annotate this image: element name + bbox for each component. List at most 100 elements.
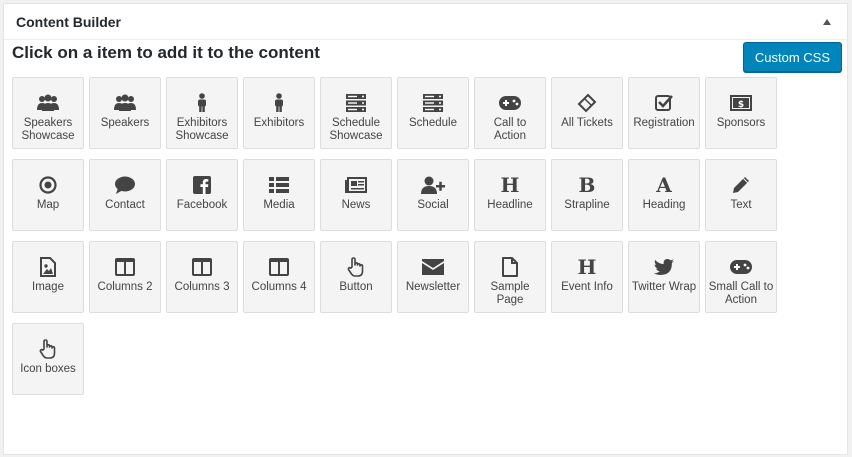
builder-item-map[interactable]: Map bbox=[12, 159, 84, 231]
builder-item-columns-2[interactable]: Columns 2 bbox=[89, 241, 161, 313]
builder-item-twitter-wrap[interactable]: Twitter Wrap bbox=[628, 241, 700, 313]
builder-item-label: Headline bbox=[487, 199, 533, 211]
person-icon bbox=[196, 92, 208, 114]
builder-item-label: Facebook bbox=[176, 199, 228, 211]
file-icon bbox=[502, 256, 518, 278]
builder-item-media[interactable]: Media bbox=[243, 159, 315, 231]
group-icon bbox=[37, 92, 59, 114]
builder-item-exhibitors-showcase[interactable]: Exhibitors Showcase bbox=[166, 77, 238, 149]
svg-text:B: B bbox=[579, 175, 596, 195]
panel-header: Content Builder bbox=[4, 4, 847, 40]
panel-title: Content Builder bbox=[16, 13, 121, 30]
builder-item-label: Image bbox=[32, 281, 64, 293]
builder-item-contact[interactable]: Contact bbox=[89, 159, 161, 231]
builder-item-label: Sponsors bbox=[716, 117, 766, 129]
builder-item-label: Exhibitors Showcase bbox=[175, 117, 229, 142]
builder-item-label: News bbox=[341, 199, 371, 211]
twitter-icon bbox=[654, 256, 674, 278]
columns-icon bbox=[192, 256, 212, 278]
envelope-icon bbox=[422, 256, 444, 278]
server-icon bbox=[346, 92, 366, 114]
bold-icon: B bbox=[577, 174, 597, 196]
comment-icon bbox=[115, 174, 135, 196]
svg-text:$: $ bbox=[738, 100, 744, 110]
builder-item-sample-page[interactable]: Sample Page bbox=[474, 241, 546, 313]
builder-item-label: Contact bbox=[105, 199, 145, 211]
builder-item-label: Columns 2 bbox=[97, 281, 153, 293]
user-plus-icon bbox=[421, 174, 445, 196]
builder-item-label: Exhibitors bbox=[253, 117, 305, 129]
builder-item-sponsors[interactable]: $ Sponsors bbox=[705, 77, 777, 149]
builder-item-label: Schedule bbox=[409, 117, 457, 129]
builder-item-label: Speakers bbox=[100, 117, 150, 129]
builder-item-exhibitors[interactable]: Exhibitors bbox=[243, 77, 315, 149]
header-icon: H bbox=[577, 256, 597, 278]
builder-item-label: Registration bbox=[633, 117, 695, 129]
builder-item-label: Button bbox=[339, 281, 373, 293]
builder-item-call-to-action[interactable]: Call to Action bbox=[474, 77, 546, 149]
builder-item-speakers[interactable]: Speakers bbox=[89, 77, 161, 149]
custom-css-button[interactable]: Custom CSS bbox=[742, 42, 842, 72]
instruction-heading: Click on a item to add it to the content bbox=[12, 43, 320, 62]
builder-item-label: Media bbox=[263, 199, 295, 211]
builder-item-news[interactable]: News bbox=[320, 159, 392, 231]
header-icon: H bbox=[500, 174, 520, 196]
builder-item-label: Schedule Showcase bbox=[329, 117, 383, 142]
hand-pointer-icon bbox=[347, 256, 365, 278]
builder-item-label: Text bbox=[730, 199, 752, 211]
builder-item-columns-4[interactable]: Columns 4 bbox=[243, 241, 315, 313]
list-icon bbox=[269, 174, 289, 196]
builder-item-social[interactable]: Social bbox=[397, 159, 469, 231]
ticket-icon bbox=[577, 92, 597, 114]
builder-item-schedule[interactable]: Schedule bbox=[397, 77, 469, 149]
columns-icon bbox=[115, 256, 135, 278]
columns-icon bbox=[269, 256, 289, 278]
checkbox-icon bbox=[655, 92, 673, 114]
builder-item-facebook[interactable]: Facebook bbox=[166, 159, 238, 231]
money-icon: $ bbox=[730, 92, 752, 114]
font-icon: A bbox=[654, 174, 674, 196]
builder-item-small-call-to-action[interactable]: Small Call to Action bbox=[705, 241, 777, 313]
builder-item-label: Newsletter bbox=[405, 281, 461, 293]
builder-item-label: Columns 4 bbox=[251, 281, 307, 293]
builder-item-heading[interactable]: A Heading bbox=[628, 159, 700, 231]
builder-item-label: All Tickets bbox=[561, 117, 613, 129]
collapse-toggle-icon[interactable] bbox=[819, 14, 835, 30]
builder-item-columns-3[interactable]: Columns 3 bbox=[166, 241, 238, 313]
builder-item-label: Twitter Wrap bbox=[631, 281, 697, 293]
builder-item-schedule-showcase[interactable]: Schedule Showcase bbox=[320, 77, 392, 149]
builder-item-label: Social bbox=[417, 199, 449, 211]
builder-item-label: Small Call to Action bbox=[708, 281, 774, 306]
builder-item-event-info[interactable]: H Event Info bbox=[551, 241, 623, 313]
pencil-icon bbox=[732, 174, 750, 196]
person-icon bbox=[273, 92, 285, 114]
svg-text:H: H bbox=[501, 175, 520, 195]
builder-item-label: Sample Page bbox=[490, 281, 530, 306]
gamepad-icon bbox=[730, 256, 752, 278]
builder-item-strapline[interactable]: B Strapline bbox=[551, 159, 623, 231]
hand-pointer-icon bbox=[39, 338, 57, 360]
server-icon bbox=[423, 92, 443, 114]
builder-item-label: Speakers Showcase bbox=[21, 117, 75, 142]
builder-item-label: Strapline bbox=[564, 199, 610, 211]
builder-item-headline[interactable]: H Headline bbox=[474, 159, 546, 231]
newspaper-icon bbox=[345, 174, 367, 196]
builder-item-image[interactable]: Image bbox=[12, 241, 84, 313]
builder-item-label: Event Info bbox=[561, 281, 613, 293]
builder-item-icon-boxes[interactable]: Icon boxes bbox=[12, 323, 84, 395]
builder-item-label: Icon boxes bbox=[20, 363, 76, 375]
group-icon bbox=[114, 92, 136, 114]
builder-item-registration[interactable]: Registration bbox=[628, 77, 700, 149]
builder-item-newsletter[interactable]: Newsletter bbox=[397, 241, 469, 313]
facebook-icon bbox=[193, 174, 211, 196]
image-file-icon bbox=[40, 256, 56, 278]
builder-item-label: Heading bbox=[642, 199, 686, 211]
builder-item-button[interactable]: Button bbox=[320, 241, 392, 313]
builder-item-text[interactable]: Text bbox=[705, 159, 777, 231]
builder-item-label: Map bbox=[36, 199, 60, 211]
builder-item-all-tickets[interactable]: All Tickets bbox=[551, 77, 623, 149]
builder-item-speakers-showcase[interactable]: Speakers Showcase bbox=[12, 77, 84, 149]
svg-text:A: A bbox=[655, 175, 672, 195]
builder-item-label: Columns 3 bbox=[174, 281, 230, 293]
dot-circle-icon bbox=[39, 174, 57, 196]
